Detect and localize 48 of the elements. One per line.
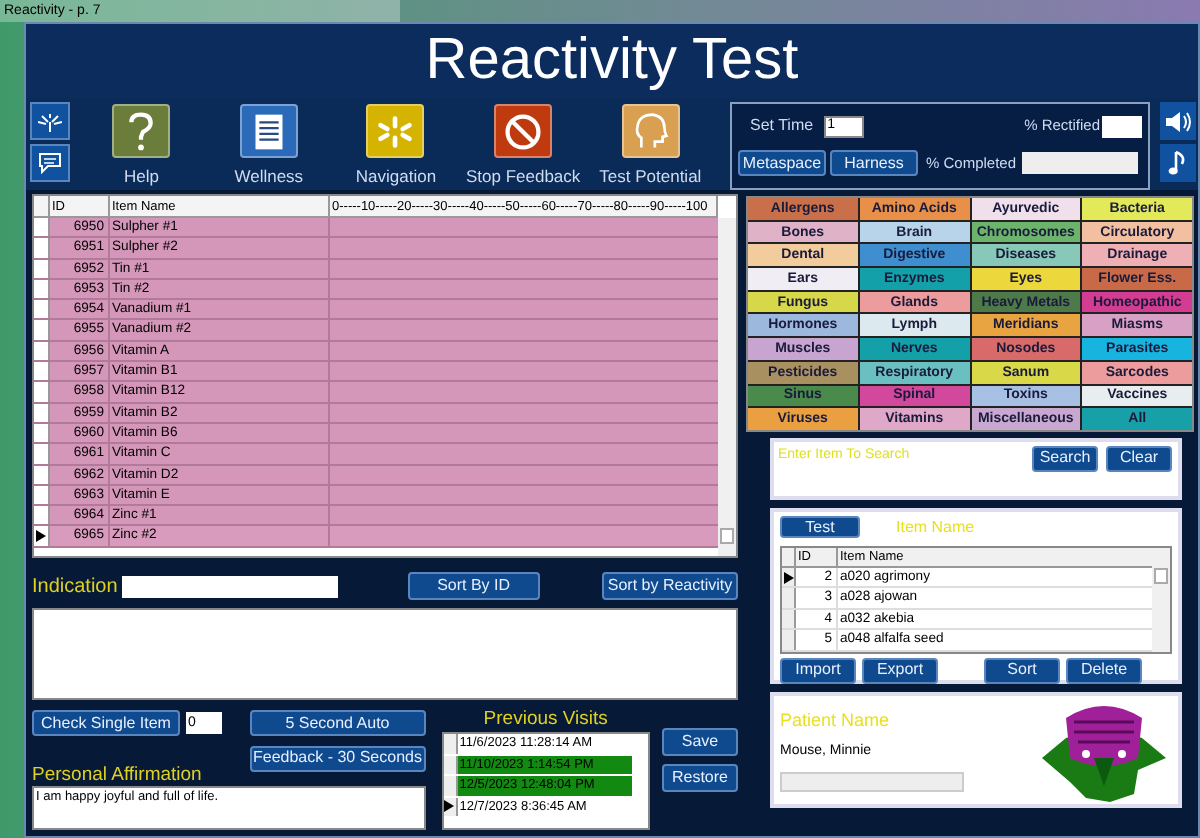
completed-field	[1022, 152, 1139, 174]
item-name-heading: Item Name	[896, 515, 975, 540]
speaker-icon	[1164, 109, 1192, 133]
row-pointer-icon	[36, 530, 46, 543]
volume-button[interactable]	[1160, 102, 1196, 140]
list-button[interactable]: Import	[780, 657, 856, 684]
row-pointer-icon	[444, 800, 455, 813]
app-title: Reactivity Test	[425, 32, 799, 90]
toolbar-button[interactable]: Help	[82, 98, 202, 190]
search-button[interactable]: Clear	[1106, 445, 1172, 472]
patient-label: Patient Name	[780, 707, 892, 734]
scrollbar[interactable]	[1152, 547, 1170, 652]
toolbar-button[interactable]: Test Potential	[590, 98, 710, 190]
visit-button[interactable]: Restore	[662, 764, 738, 792]
rays-icon	[38, 111, 62, 131]
speech-bubble-icon	[38, 152, 62, 174]
toolbar-button[interactable]: Stop Feedback	[463, 98, 583, 190]
notes-field[interactable]	[32, 608, 738, 700]
indication-label: Indication	[32, 573, 118, 601]
music-note-icon	[1168, 150, 1188, 176]
row-selector[interactable]	[443, 797, 458, 816]
visit-button[interactable]: Save	[662, 728, 738, 756]
list-button[interactable]: Sort	[984, 657, 1060, 684]
test-button[interactable]: Test	[780, 516, 860, 539]
patient-field[interactable]	[780, 771, 964, 792]
toolbar-button[interactable]: Navigation	[336, 98, 456, 190]
chat-button[interactable]	[30, 144, 70, 182]
search-button[interactable]: Search	[1032, 445, 1098, 472]
sort-button[interactable]: Sort by Reactivity	[602, 572, 738, 600]
music-button[interactable]	[1160, 144, 1196, 182]
indication-field[interactable]	[121, 575, 338, 597]
feedback-button[interactable]: Feedback - 30 Seconds	[249, 745, 426, 771]
auto-button[interactable]: 5 Second Auto	[249, 710, 426, 736]
visits-heading: Previous Visits	[481, 708, 610, 732]
rectified-field[interactable]	[1102, 115, 1142, 137]
set-time-label: Set Time	[750, 114, 814, 138]
toolbar-button[interactable]: Wellness	[209, 98, 329, 190]
check-item-button[interactable]: Check Single Item	[32, 710, 180, 736]
mode-button[interactable]: Metaspace	[738, 150, 826, 176]
list-button[interactable]: Delete	[1066, 657, 1142, 684]
list-button[interactable]: Export	[862, 657, 938, 684]
row-pointer-icon	[783, 571, 793, 584]
affirmation-label: Personal Affirmation	[32, 764, 204, 786]
sort-button[interactable]: Sort By ID	[407, 572, 540, 600]
row-selector[interactable]	[34, 526, 50, 546]
signal-button[interactable]	[30, 102, 70, 140]
scrollbar[interactable]	[718, 218, 736, 556]
mode-button[interactable]: Harness	[830, 150, 918, 176]
